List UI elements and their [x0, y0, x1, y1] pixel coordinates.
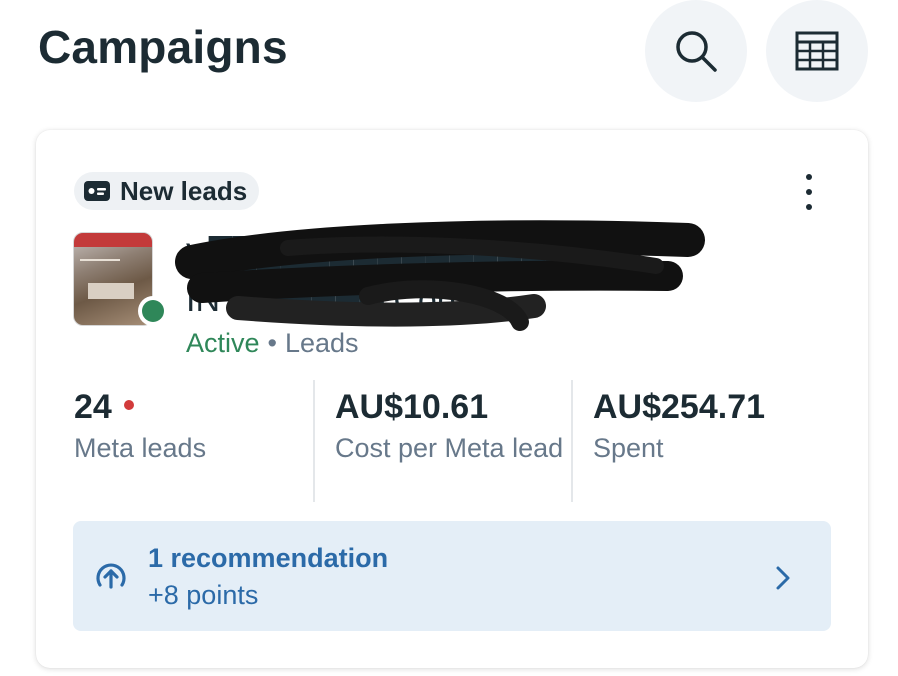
table-view-button[interactable]: [766, 0, 868, 102]
badge-label: New leads: [120, 175, 248, 206]
recommendation-points: +8 points: [148, 580, 259, 610]
campaign-card[interactable]: New leads V████████████████D/ INTE█████ …: [36, 130, 868, 668]
spent-value: AU$254.71: [593, 388, 766, 426]
spent-label: Spent: [593, 433, 664, 463]
objective-label: Leads: [284, 328, 359, 358]
lead-card-icon: [84, 181, 110, 201]
status-label: Active: [186, 328, 260, 358]
new-activity-dot: [123, 399, 134, 410]
search-button[interactable]: [645, 0, 747, 102]
metric-meta-leads: 24 Meta leads: [74, 380, 312, 502]
status-separator: •: [267, 328, 277, 358]
meta-leads-value: 24: [74, 388, 112, 426]
campaign-name-line-2: INTE█████ Copy: [186, 281, 473, 319]
chevron-right-icon: [776, 566, 790, 590]
recommendation-banner[interactable]: 1 recommendation +8 points: [73, 521, 831, 631]
metric-spent: AU$254.71 Spent: [571, 380, 853, 502]
arrow-up-circle-icon: [96, 563, 126, 589]
active-status-dot: [142, 300, 164, 322]
cost-per-lead-value: AU$10.61: [335, 388, 489, 426]
table-view-icon: [795, 31, 839, 71]
search-icon: [676, 31, 717, 72]
more-vertical-icon: [806, 174, 812, 180]
cost-per-lead-label: Cost per Meta lead: [335, 433, 564, 463]
more-options-button[interactable]: [794, 174, 824, 210]
metric-cost-per-lead: AU$10.61 Cost per Meta lead: [313, 380, 593, 502]
new-leads-badge: New leads: [74, 172, 260, 210]
recommendation-title: 1 recommendation: [148, 543, 389, 573]
meta-leads-label: Meta leads: [74, 433, 207, 463]
campaign-name[interactable]: V████████████████D/ INTE█████ Copy: [186, 234, 746, 322]
page-title: Campaigns: [38, 21, 288, 73]
app-header: Campaigns: [0, 0, 898, 120]
metrics-row: 24 Meta leads AU$10.61 Cost per Meta lea…: [36, 380, 868, 504]
status-indicator: [138, 296, 168, 326]
campaign-name-line-1: V████████████████D/: [186, 237, 629, 275]
campaign-status-line: Active • Leads: [186, 328, 359, 359]
